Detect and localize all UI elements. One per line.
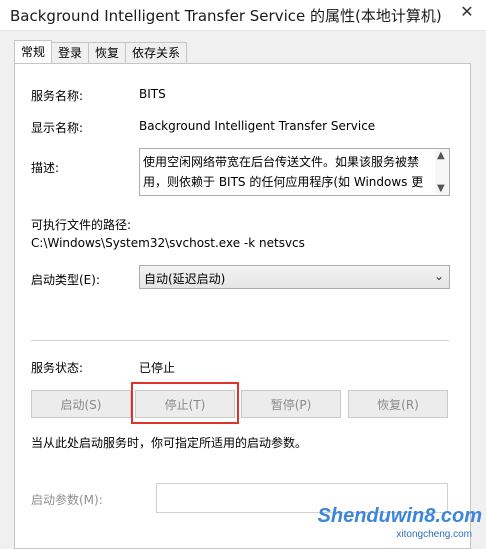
window-title: Background Intelligent Transfer Service …	[10, 7, 442, 25]
close-button[interactable]: ✕	[454, 0, 480, 22]
startup-type-select[interactable]: 自动(延迟启动) ⌄	[139, 265, 450, 289]
chevron-down-icon: ⌄	[433, 269, 444, 283]
service-status-label: 服务状态:	[31, 361, 84, 375]
divider	[31, 340, 449, 341]
start-params-label: 启动参数(M):	[31, 493, 103, 507]
description-scrollbar[interactable]: ▲ ▼	[435, 149, 449, 195]
startup-type-value: 自动(延迟启动)	[144, 272, 226, 286]
stop-button-highlight	[131, 382, 239, 424]
start-button[interactable]: 启动(S)	[31, 390, 131, 418]
watermark: Shenduwin8.com xitongcheng.com	[318, 505, 482, 545]
description-box[interactable]: 使用空闲网络带宽在后台传送文件。如果该服务被禁用，则依赖于 BITS 的任何应用…	[139, 148, 450, 196]
watermark-main: Shenduwin8.com	[317, 505, 482, 527]
resume-button[interactable]: 恢复(R)	[348, 390, 448, 418]
service-name-label: 服务名称:	[31, 89, 84, 103]
service-status-value: 已停止	[139, 361, 176, 375]
service-name-value: BITS	[139, 87, 166, 101]
path-label: 可执行文件的路径:	[31, 218, 132, 232]
close-icon: ✕	[460, 1, 474, 21]
description-label: 描述:	[31, 161, 60, 175]
watermark-sub: xitongcheng.com	[396, 529, 472, 540]
tab-recovery[interactable]: 恢复	[88, 42, 127, 63]
scroll-down-icon[interactable]: ▼	[437, 183, 445, 194]
start-params-hint: 当从此处启动服务时，你可指定所适用的启动参数。	[31, 436, 308, 450]
general-panel: 服务名称: BITS 显示名称: Background Intelligent …	[14, 63, 471, 549]
scroll-up-icon[interactable]: ▲	[437, 150, 445, 161]
display-name-label: 显示名称:	[31, 121, 84, 135]
startup-type-label: 启动类型(E):	[31, 273, 100, 287]
tab-general[interactable]: 常规	[14, 40, 53, 63]
description-text: 使用空闲网络带宽在后台传送文件。如果该服务被禁用，则依赖于 BITS 的任何应用…	[143, 155, 424, 189]
title-bar: Background Intelligent Transfer Service …	[0, 0, 486, 31]
pause-button[interactable]: 暂停(P)	[241, 390, 341, 418]
tab-dependencies[interactable]: 依存关系	[125, 42, 188, 63]
tab-strip: 常规 登录 恢复 依存关系	[14, 40, 188, 64]
display-name-value: Background Intelligent Transfer Service	[139, 119, 376, 133]
path-value: C:\Windows\System32\svchost.exe -k netsv…	[31, 236, 305, 250]
tab-logon[interactable]: 登录	[51, 42, 90, 63]
